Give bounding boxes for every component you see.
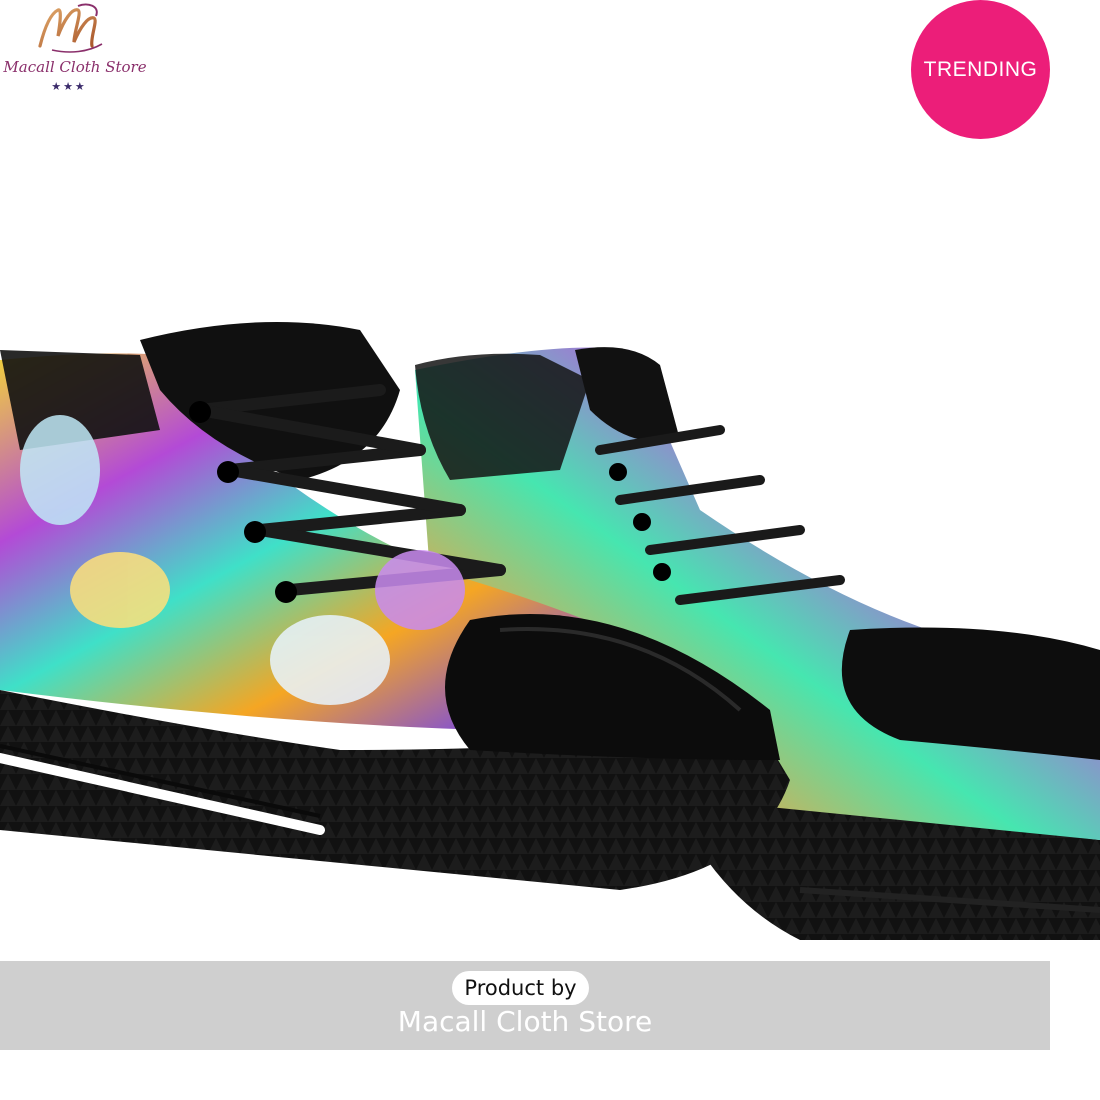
product-photo[interactable] <box>0 150 1100 940</box>
macall-monogram-icon <box>38 3 103 53</box>
store-logo-text: Macall Cloth Store <box>3 58 147 76</box>
product-by-banner: Product by Macall Cloth Store <box>0 961 1050 1050</box>
logo-stars: ★★★ <box>51 80 87 93</box>
product-by-label: Product by <box>452 971 589 1005</box>
trending-badge: TRENDING <box>911 0 1050 139</box>
product-card: Macall Cloth Store ★★★ TRENDING Product … <box>0 0 1100 1100</box>
banner-store-name[interactable]: Macall Cloth Store <box>0 1005 1050 1038</box>
trending-badge-label: TRENDING <box>923 57 1038 81</box>
store-logo[interactable]: Macall Cloth Store ★★★ <box>0 0 150 100</box>
